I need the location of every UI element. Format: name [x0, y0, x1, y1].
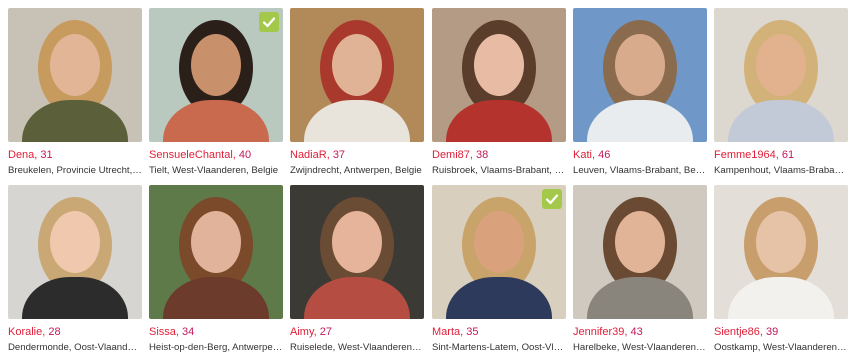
profile-name[interactable]: Sientje86 [714, 326, 760, 338]
photo-face [474, 211, 524, 273]
profile-age: 34 [182, 326, 195, 338]
profile-age: 38 [476, 149, 489, 161]
photo-face [615, 211, 665, 273]
profile-photo[interactable] [149, 185, 283, 319]
profile-card[interactable]: Dena, 31 Breukelen, Provincie Utrecht, Ne… [8, 8, 142, 177]
profile-caption: Dena, 31 [8, 148, 142, 162]
photo-face [756, 34, 806, 96]
profile-caption: Jennifer39, 43 [573, 325, 707, 339]
profile-card[interactable]: Jennifer39, 43 Harelbeke, West-Vlaanderen… [573, 185, 707, 354]
profile-name[interactable]: Dena [8, 149, 34, 161]
profile-age: 37 [332, 149, 346, 161]
profile-name[interactable]: SensueleChantal [149, 149, 233, 161]
profile-name[interactable]: Aimy [290, 326, 314, 338]
photo-body [304, 100, 410, 142]
profile-caption: Sientje86, 39 [714, 325, 848, 339]
profile-age: 27 [319, 326, 333, 338]
photo-body [22, 277, 128, 319]
profile-caption: Aimy, 27 [290, 325, 424, 339]
photo-face [50, 211, 100, 273]
profile-name[interactable]: Kati [573, 149, 592, 161]
photo-body [304, 277, 410, 319]
profile-location: Zwijndrecht, Antwerpen, Belgie [290, 165, 422, 176]
profile-caption: Marta, 35 [432, 325, 566, 339]
profile-age: 43 [630, 326, 643, 338]
profile-card[interactable]: SensueleChantal, 40 Tielt, West-Vlaandere… [149, 8, 283, 177]
profile-age: 35 [466, 326, 479, 338]
photo-body [163, 277, 269, 319]
photo-body [446, 100, 552, 142]
profile-photo[interactable] [290, 8, 424, 142]
profile-location: Dendermonde, Oost-Vlaanderen, Belgie [8, 342, 142, 353]
photo-body [728, 100, 834, 142]
photo-body [22, 100, 128, 142]
photo-face [191, 34, 241, 96]
profile-photo[interactable] [432, 8, 566, 142]
profile-age: 31 [40, 149, 53, 161]
profile-caption: NadiaR, 37 [290, 148, 424, 162]
profile-name[interactable]: Demi87 [432, 149, 470, 161]
verified-check-icon [259, 12, 279, 32]
profile-photo[interactable] [714, 8, 848, 142]
profile-location: Breukelen, Provincie Utrecht, Nederland [8, 165, 142, 176]
profile-location: Kampenhout, Vlaams-Brabant, Belgie [714, 165, 848, 176]
profile-name[interactable]: Sissa [149, 326, 176, 338]
photo-body [163, 100, 269, 142]
profile-name[interactable]: Jennifer39 [573, 326, 624, 338]
profile-photo[interactable] [573, 8, 707, 142]
profile-location: Heist-op-den-Berg, Antwerpen, Belgie [149, 342, 283, 353]
profile-photo[interactable] [573, 185, 707, 319]
profile-photo[interactable] [8, 185, 142, 319]
profile-card[interactable]: Demi87, 38 Ruisbroek, Vlaams-Brabant, Bel… [432, 8, 566, 177]
profile-card[interactable]: Marta, 35 Sint-Martens-Latem, Oost-Vlaand… [432, 185, 566, 354]
profile-caption: Femme1964, 61 [714, 148, 848, 162]
profile-location: Sint-Martens-Latem, Oost-Vlaanderen, Bel… [432, 342, 566, 353]
profile-card[interactable]: Sientje86, 39 Oostkamp, West-Vlaanderen, … [714, 185, 848, 354]
profile-name[interactable]: Marta [432, 326, 460, 338]
profile-photo[interactable] [290, 185, 424, 319]
profile-card[interactable]: Kati, 46 Leuven, Vlaams-Brabant, Belgie [573, 8, 707, 177]
profile-location: Tielt, West-Vlaanderen, Belgie [149, 165, 279, 176]
profile-grid: Dena, 31 Breukelen, Provincie Utrecht, Ne… [0, 0, 868, 360]
profile-location: Ruiselede, West-Vlaanderen, Belgie [290, 342, 424, 353]
profile-photo[interactable] [149, 8, 283, 142]
photo-face [191, 211, 241, 273]
verified-check-icon [542, 189, 562, 209]
profile-age: 61 [781, 149, 795, 161]
photo-face [615, 34, 665, 96]
profile-caption: Demi87, 38 [432, 148, 566, 162]
profile-card[interactable]: Aimy, 27 Ruiselede, West-Vlaanderen, Belg… [290, 185, 424, 354]
profile-location: Leuven, Vlaams-Brabant, Belgie [573, 165, 707, 176]
photo-face [756, 211, 806, 273]
profile-photo[interactable] [8, 8, 142, 142]
profile-photo[interactable] [432, 185, 566, 319]
photo-body [728, 277, 834, 319]
profile-caption: Kati, 46 [573, 148, 707, 162]
profile-caption: Koralie, 28 [8, 325, 142, 339]
profile-age: 39 [766, 326, 779, 338]
profile-card[interactable]: NadiaR, 37 Zwijndrecht, Antwerpen, Belgie [290, 8, 424, 177]
profile-card[interactable]: Sissa, 34 Heist-op-den-Berg, Antwerpen, B… [149, 185, 283, 354]
profile-caption: Sissa, 34 [149, 325, 283, 339]
photo-body [587, 277, 693, 319]
profile-location: Harelbeke, West-Vlaanderen, Belgie [573, 342, 707, 353]
profile-location: Oostkamp, West-Vlaanderen, Belgie [714, 342, 848, 353]
profile-age: 28 [48, 326, 61, 338]
profile-photo[interactable] [714, 185, 848, 319]
photo-face [50, 34, 100, 96]
photo-body [446, 277, 552, 319]
photo-face [474, 34, 524, 96]
profile-age: 46 [598, 149, 611, 161]
photo-face [332, 34, 382, 96]
photo-face [332, 211, 382, 273]
profile-card[interactable]: Femme1964, 61 Kampenhout, Vlaams-Brabant,… [714, 8, 848, 177]
photo-body [587, 100, 693, 142]
profile-caption: SensueleChantal, 40 [149, 148, 283, 162]
profile-card[interactable]: Koralie, 28 Dendermonde, Oost-Vlaanderen,… [8, 185, 142, 354]
profile-location: Ruisbroek, Vlaams-Brabant, Belgie [432, 165, 566, 176]
profile-name[interactable]: NadiaR [290, 149, 327, 161]
profile-age: 40 [238, 149, 252, 161]
profile-name[interactable]: Femme1964 [714, 149, 776, 161]
profile-name[interactable]: Koralie [8, 326, 42, 338]
